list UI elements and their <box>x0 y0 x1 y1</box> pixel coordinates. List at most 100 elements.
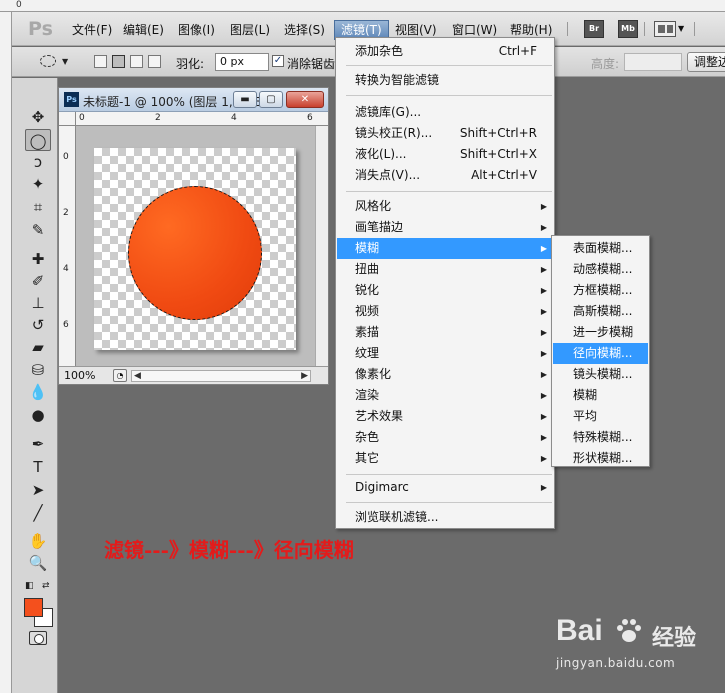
submenu-item-shape-blur[interactable]: 形状模糊... <box>553 448 648 469</box>
menu-item-sketch[interactable]: 素描 ▶ <box>337 322 553 343</box>
dodge-tool-icon[interactable]: ● <box>25 404 51 426</box>
eyedropper-tool-icon[interactable]: ✎ <box>25 219 51 241</box>
menu-layer[interactable]: 图层(L) <box>224 20 276 40</box>
menu-edit[interactable]: 编辑(E) <box>117 20 170 40</box>
menu-item-distort[interactable]: 扭曲 ▶ <box>337 259 553 280</box>
clone-stamp-tool-icon[interactable]: ⊥ <box>25 292 51 314</box>
menu-item-blur[interactable]: 模糊 ▶ <box>337 238 553 259</box>
path-selection-tool-icon[interactable]: ➤ <box>25 479 51 501</box>
feather-input[interactable]: 0 px <box>215 53 269 71</box>
submenu-item-blur-more[interactable]: 进一步模糊 <box>553 322 648 343</box>
menu-item-render[interactable]: 渲染 ▶ <box>337 385 553 406</box>
menu-item-other[interactable]: 其它 ▶ <box>337 448 553 469</box>
lasso-tool-icon[interactable]: ↄ <box>25 151 51 173</box>
mini-bridge-button[interactable]: Mb <box>618 20 638 38</box>
subtract-selection-mode[interactable] <box>130 55 143 68</box>
transparent-canvas[interactable] <box>94 148 296 350</box>
elliptical-marquee-tool-icon[interactable]: ◯ <box>25 129 51 151</box>
menu-item-browse-online[interactable]: 浏览联机滤镜... <box>337 507 553 528</box>
submenu-item-radial-blur[interactable]: 径向模糊... <box>553 343 648 364</box>
intersect-selection-mode[interactable] <box>148 55 161 68</box>
shortcut-label: Alt+Ctrl+V <box>471 168 537 182</box>
menu-item-lens-correction[interactable]: 镜头校正(R)... Shift+Ctrl+R <box>337 123 553 144</box>
menu-item-brush-strokes[interactable]: 画笔描边 ▶ <box>337 217 553 238</box>
add-selection-mode[interactable] <box>112 55 125 68</box>
move-tool-icon[interactable]: ✥ <box>25 106 51 128</box>
submenu-item-lens-blur[interactable]: 镜头模糊... <box>553 364 648 385</box>
pen-tool-icon[interactable]: ✒ <box>25 433 51 455</box>
baidu-jingyan-watermark: Bai 经验 jingyan.baidu.com <box>556 606 716 686</box>
document-title-bar[interactable]: Ps 未标题-1 @ 100% (图层 1, RGB/8) ▬ ▢ ✕ <box>59 88 328 112</box>
submenu-item-surface-blur[interactable]: 表面模糊... <box>553 238 648 259</box>
status-menu-icon[interactable]: ◔ <box>113 369 127 382</box>
foreground-color-swatch[interactable] <box>24 598 43 617</box>
menu-item-vanishing-point[interactable]: 消失点(V)... Alt+Ctrl+V <box>337 165 553 186</box>
quick-mask-icon[interactable] <box>29 631 47 645</box>
menu-item-liquify[interactable]: 液化(L)... Shift+Ctrl+X <box>337 144 553 165</box>
menu-item-pixelate[interactable]: 像素化 ▶ <box>337 364 553 385</box>
submenu-item-average[interactable]: 平均 <box>553 406 648 427</box>
submenu-item-box-blur[interactable]: 方框模糊... <box>553 280 648 301</box>
chevron-down-icon[interactable]: ▼ <box>62 57 68 66</box>
refine-edge-button[interactable]: 调整边缘 <box>687 52 725 72</box>
menu-item-stylize[interactable]: 风格化 ▶ <box>337 196 553 217</box>
blur-tool-icon[interactable]: 💧 <box>25 381 51 403</box>
submenu-item-motion-blur[interactable]: 动感模糊... <box>553 259 648 280</box>
healing-brush-tool-icon[interactable]: ✚ <box>25 248 51 270</box>
crop-tool-icon[interactable]: ⌗ <box>25 196 51 218</box>
menu-image[interactable]: 图像(I) <box>172 20 221 40</box>
maximize-button[interactable]: ▢ <box>259 91 283 108</box>
minimize-button[interactable]: ▬ <box>233 91 257 108</box>
orange-circle-selection[interactable] <box>128 186 262 320</box>
chevron-down-icon[interactable]: ▼ <box>678 24 684 33</box>
paint-bucket-tool-icon[interactable]: ⛁ <box>25 359 51 381</box>
menu-item-sharpen[interactable]: 锐化 ▶ <box>337 280 553 301</box>
arrange-documents-icon[interactable] <box>654 21 676 37</box>
history-brush-tool-icon[interactable]: ↺ <box>25 314 51 336</box>
menu-item-convert-smart-filter[interactable]: 转换为智能滤镜 <box>337 70 553 91</box>
menu-item-video[interactable]: 视频 ▶ <box>337 301 553 322</box>
submenu-item-gaussian-blur[interactable]: 高斯模糊... <box>553 301 648 322</box>
menu-separator <box>346 474 552 475</box>
new-selection-mode[interactable] <box>94 55 107 68</box>
close-button[interactable]: ✕ <box>286 91 324 108</box>
menu-item-label: 其它 <box>355 451 380 465</box>
canvas-area[interactable] <box>76 126 328 366</box>
brush-tool-icon[interactable]: ✐ <box>25 270 51 292</box>
eraser-tool-icon[interactable]: ▰ <box>25 336 51 358</box>
magic-wand-tool-icon[interactable]: ✦ <box>25 173 51 195</box>
hand-tool-icon[interactable]: ✋ <box>25 530 51 552</box>
bridge-button[interactable]: Br <box>584 20 604 38</box>
height-input[interactable] <box>624 53 682 71</box>
menu-item-last-filter[interactable]: 添加杂色 Ctrl+F <box>337 41 553 62</box>
type-tool-icon[interactable]: T <box>25 456 51 478</box>
menu-file[interactable]: 文件(F) <box>66 20 118 40</box>
menu-select[interactable]: 选择(S) <box>278 20 331 40</box>
menu-separator <box>346 65 552 66</box>
menu-item-filter-gallery[interactable]: 滤镜库(G)... <box>337 102 553 123</box>
scroll-left-icon[interactable]: ◀ <box>134 371 141 381</box>
submenu-item-blur[interactable]: 模糊 <box>553 385 648 406</box>
swap-colors-icon[interactable]: ⇄ <box>42 581 50 591</box>
zoom-tool-icon[interactable]: 🔍 <box>25 552 51 574</box>
ruler-number: 4 <box>63 264 69 274</box>
vertical-scrollbar[interactable] <box>315 126 328 366</box>
menu-item-artistic[interactable]: 艺术效果 ▶ <box>337 406 553 427</box>
default-colors-icon[interactable]: ◧ <box>25 581 34 591</box>
submenu-item-smart-blur[interactable]: 特殊模糊... <box>553 427 648 448</box>
tools-panel: ✥ ◯ ↄ ✦ ⌗ ✎ ✚ ✐ ⊥ ↺ ▰ ⛁ 💧 ● ✒ T ➤ ╱ ✋ 🔍 … <box>12 78 58 693</box>
horizontal-scrollbar[interactable]: ◀ ▶ <box>131 370 311 382</box>
zoom-level[interactable]: 100% <box>64 369 95 382</box>
menu-item-noise[interactable]: 杂色 ▶ <box>337 427 553 448</box>
photoshop-logo: Ps <box>28 18 53 40</box>
antialias-checkbox[interactable]: ✓ <box>272 55 284 67</box>
menu-item-digimarc[interactable]: Digimarc ▶ <box>337 477 553 498</box>
line-tool-icon[interactable]: ╱ <box>25 502 51 524</box>
shortcut-label: Shift+Ctrl+R <box>459 126 537 140</box>
submenu-arrow-icon: ▶ <box>540 370 547 379</box>
ruler-number: 6 <box>307 113 313 123</box>
elliptical-marquee-icon[interactable] <box>40 55 56 67</box>
watermark-brand-2: 经验 <box>652 626 697 651</box>
menu-item-texture[interactable]: 纹理 ▶ <box>337 343 553 364</box>
scroll-right-icon[interactable]: ▶ <box>301 371 308 381</box>
